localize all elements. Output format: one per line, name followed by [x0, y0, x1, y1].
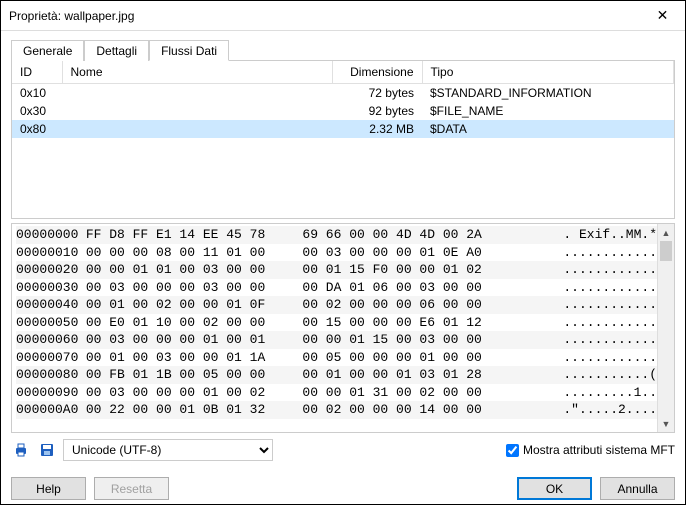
tab-general[interactable]: Generale: [11, 40, 84, 61]
hex-bytes: 00 03 00 00 00 03 00 00: [86, 279, 303, 297]
hex-bytes: 00 00 01 01 00 03 00 00: [86, 261, 303, 279]
col-size[interactable]: Dimensione: [332, 61, 422, 84]
table-row[interactable]: 0x80 2.32 MB $DATA: [12, 120, 674, 138]
hex-bytes: FF D8 FF E1 14 EE 45 78: [86, 226, 303, 244]
hex-bytes: 00 15 00 00 00 E6 01 12: [302, 314, 524, 332]
print-button[interactable]: [11, 440, 31, 460]
hex-bytes: 00 02 00 00 00 06 00 00: [302, 296, 524, 314]
hex-bytes: 00 01 00 02 00 00 01 0F: [86, 296, 303, 314]
hex-bytes: 00 03 00 00 00 01 00 02: [86, 384, 303, 402]
hex-bytes: 00 01 15 F0 00 00 01 02: [302, 261, 524, 279]
hex-bytes: 00 00 01 31 00 02 00 00: [302, 384, 524, 402]
hex-viewer: 00000000FF D8 FF E1 14 EE 45 7869 66 00 …: [12, 224, 657, 432]
hex-ascii: ............: [524, 261, 657, 279]
window-title: Proprietà: wallpaper.jpg: [9, 9, 640, 23]
close-button[interactable]: ✕: [640, 1, 685, 31]
hex-scrollbar[interactable]: ▲ ▼: [657, 224, 674, 432]
hex-offset: 00000030: [16, 279, 86, 297]
hex-bytes: 00 E0 01 10 00 02 00 00: [86, 314, 303, 332]
hex-ascii: ............: [524, 244, 657, 262]
hex-offset: 00000090: [16, 384, 86, 402]
hex-bytes: 00 01 00 03 00 00 01 1A: [86, 349, 303, 367]
hex-ascii: ............: [524, 331, 657, 349]
hex-offset: 00000060: [16, 331, 86, 349]
hex-ascii: ............: [524, 296, 657, 314]
table-row[interactable]: 0x10 72 bytes $STANDARD_INFORMATION: [12, 84, 674, 103]
hex-ascii: .".....2....: [524, 401, 657, 419]
mft-checkbox[interactable]: [506, 444, 519, 457]
hex-offset: 00000070: [16, 349, 86, 367]
hex-bytes: 00 05 00 00 00 01 00 00: [302, 349, 524, 367]
hex-bytes: 00 00 01 15 00 03 00 00: [302, 331, 524, 349]
hex-bytes: 00 03 00 00 00 01 00 01: [86, 331, 303, 349]
scroll-up-icon[interactable]: ▲: [658, 224, 674, 241]
hex-bytes: 00 00 00 08 00 11 01 00: [86, 244, 303, 262]
mft-checkbox-label: Mostra attributi sistema MFT: [523, 443, 675, 457]
hex-bytes: 00 02 00 00 00 14 00 00: [302, 401, 524, 419]
hex-ascii: ...........(: [524, 366, 657, 384]
col-name[interactable]: Nome: [62, 61, 332, 84]
hex-bytes: 00 FB 01 1B 00 05 00 00: [86, 366, 303, 384]
save-button[interactable]: [37, 440, 57, 460]
printer-icon: [13, 442, 29, 458]
hex-ascii: ............: [524, 314, 657, 332]
hex-ascii: . Exif..MM.*: [524, 226, 657, 244]
hex-bytes: 00 DA 01 06 00 03 00 00: [302, 279, 524, 297]
hex-offset: 000000A0: [16, 401, 86, 419]
cancel-button[interactable]: Annulla: [600, 477, 675, 500]
table-row[interactable]: 0x30 92 bytes $FILE_NAME: [12, 102, 674, 120]
hex-ascii: ............: [524, 279, 657, 297]
help-button[interactable]: Help: [11, 477, 86, 500]
encoding-select[interactable]: Unicode (UTF-8): [63, 439, 273, 461]
hex-bytes: 00 03 00 00 00 01 0E A0: [302, 244, 524, 262]
hex-offset: 00000050: [16, 314, 86, 332]
streams-table: ID Nome Dimensione Tipo 0x10 72 bytes $S…: [12, 61, 674, 218]
hex-bytes: 00 22 00 00 01 0B 01 32: [86, 401, 303, 419]
close-icon: ✕: [657, 7, 669, 24]
hex-bytes: 69 66 00 00 4D 4D 00 2A: [302, 226, 524, 244]
hex-offset: 00000040: [16, 296, 86, 314]
scroll-thumb[interactable]: [660, 241, 672, 261]
hex-ascii: ............: [524, 349, 657, 367]
tab-details[interactable]: Dettagli: [84, 40, 149, 61]
mft-checkbox-wrap[interactable]: Mostra attributi sistema MFT: [506, 443, 675, 457]
hex-offset: 00000010: [16, 244, 86, 262]
hex-offset: 00000080: [16, 366, 86, 384]
scroll-down-icon[interactable]: ▼: [658, 415, 674, 432]
hex-offset: 00000020: [16, 261, 86, 279]
tab-streams[interactable]: Flussi Dati: [149, 40, 229, 61]
reset-button[interactable]: Resetta: [94, 477, 169, 500]
col-id[interactable]: ID: [12, 61, 62, 84]
save-icon: [39, 442, 55, 458]
col-type[interactable]: Tipo: [422, 61, 674, 84]
hex-bytes: 00 01 00 00 01 03 01 28: [302, 366, 524, 384]
hex-ascii: .........1..: [524, 384, 657, 402]
ok-button[interactable]: OK: [517, 477, 592, 500]
hex-offset: 00000000: [16, 226, 86, 244]
